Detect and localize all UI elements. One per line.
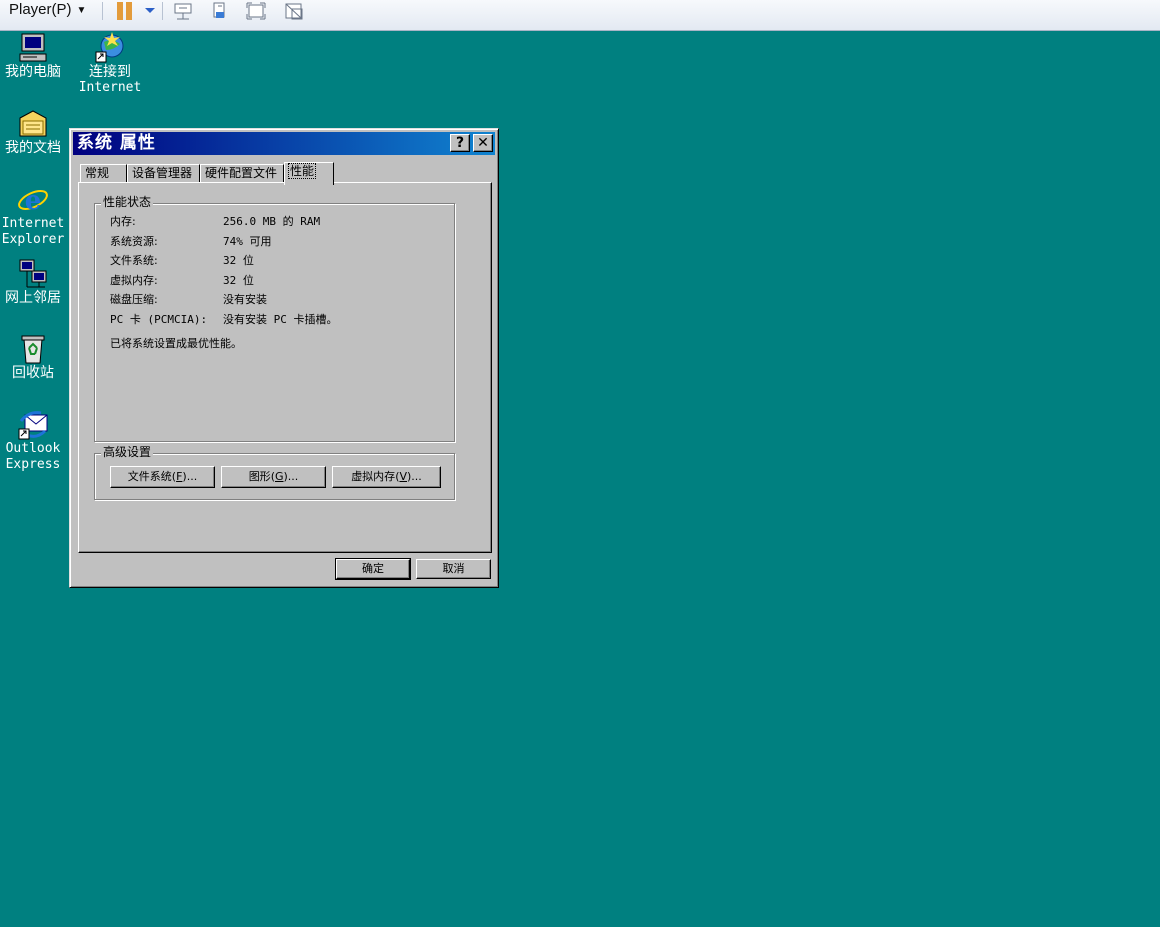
toolbar-separator — [162, 2, 163, 20]
virtual-memory-row: 虚拟内存: 32 位 — [110, 274, 254, 287]
dialog-title: 系统 属性 — [77, 133, 156, 153]
ok-button[interactable]: 确定 — [335, 558, 411, 580]
menu-dropdown-icon: ▼ — [76, 5, 87, 16]
outlook-express-icon — [17, 409, 49, 441]
desktop-icon-label-line2: Internet — [78, 80, 142, 95]
connect-wizard-icon — [94, 32, 126, 64]
tab-hardware-profiles[interactable]: 硬件配置文件 — [200, 164, 284, 183]
dialog-title-bar[interactable]: 系统 属性 ? ✕ — [73, 132, 495, 155]
group-title: 高级设置 — [101, 445, 154, 460]
desktop-icon-label-line2: Explorer — [1, 232, 65, 247]
performance-status-group: 性能状态 内存: 256.0 MB 的 RAM 系统资源: 74% 可用 文件系统:… — [94, 195, 455, 442]
desktop-icon-recycle-bin[interactable]: 回收站 — [0, 333, 68, 381]
computer-icon — [17, 32, 49, 64]
memory-row: 内存: 256.0 MB 的 RAM — [110, 215, 321, 228]
close-button[interactable]: ✕ — [473, 134, 493, 152]
unity-icon[interactable] — [283, 1, 305, 21]
disk-compression-row: 磁盘压缩: 没有安装 — [110, 293, 267, 306]
fullscreen-icon[interactable] — [245, 1, 267, 21]
tab-performance[interactable]: 性能 — [284, 162, 334, 185]
desktop-icon-label: 我的电脑 — [5, 64, 61, 80]
toolbar-separator — [102, 2, 103, 20]
desktop-icon-label: 网上邻居 — [5, 290, 61, 306]
desktop-icon-my-documents[interactable]: 我的文档 — [0, 108, 68, 156]
pause-icon[interactable] — [114, 1, 136, 21]
graphics-button[interactable]: 图形(G)... — [221, 466, 326, 488]
removable-devices-icon[interactable] — [210, 1, 232, 21]
network-icon — [17, 258, 49, 290]
system-resources-row: 系统资源: 74% 可用 — [110, 235, 272, 248]
desktop-icon-connect-internet[interactable]: 连接到 Internet — [75, 32, 145, 96]
cancel-button[interactable]: 取消 — [416, 559, 491, 579]
desktop-icon-network-neighborhood[interactable]: 网上邻居 — [0, 258, 68, 306]
file-system-row: 文件系统: 32 位 — [110, 254, 254, 267]
advanced-settings-group: 高级设置 文件系统(F)... 图形(G)... 虚拟内存(V)... — [94, 445, 455, 500]
desktop-icon-outlook-express[interactable]: Outlook Express — [0, 409, 68, 473]
player-toolbar: Player(P) ▼ — [0, 0, 1160, 31]
desktop-icon-my-computer[interactable]: 我的电脑 — [0, 32, 68, 80]
folder-icon — [17, 108, 49, 140]
system-properties-dialog: 系统 属性 ? ✕ 常规 设备管理器 硬件配置文件 性能 性能状态 内存: 256… — [69, 128, 499, 588]
desktop-icon-label: Internet — [1, 216, 65, 231]
player-menu[interactable]: Player(P) ▼ — [9, 0, 86, 22]
pc-card-row: PC 卡 (PCMCIA): 没有安装 PC 卡插槽。 — [110, 313, 338, 326]
performance-note: 已将系统设置成最优性能。 — [110, 337, 242, 350]
desktop-icon-label: 连接到 — [89, 64, 131, 80]
recycle-bin-icon — [17, 333, 49, 365]
send-ctrl-alt-del-icon[interactable] — [172, 1, 194, 21]
virtual-memory-button[interactable]: 虚拟内存(V)... — [332, 466, 441, 488]
tab-general[interactable]: 常规 — [80, 164, 127, 183]
performance-tab-panel: 性能状态 内存: 256.0 MB 的 RAM 系统资源: 74% 可用 文件系统:… — [78, 182, 492, 553]
tab-device-manager[interactable]: 设备管理器 — [127, 164, 200, 183]
svg-text:e: e — [25, 186, 42, 216]
dropdown-icon[interactable] — [142, 1, 158, 21]
desktop-icon-label: 我的文档 — [5, 140, 61, 156]
internet-explorer-icon: e — [17, 184, 49, 216]
desktop-icon-internet-explorer[interactable]: e Internet Explorer — [0, 184, 68, 248]
desktop-icon-label: 回收站 — [12, 365, 54, 381]
desktop-icon-label-line2: Express — [5, 457, 61, 472]
group-title: 性能状态 — [101, 195, 154, 210]
help-button[interactable]: ? — [450, 134, 470, 152]
desktop-icon-label: Outlook — [5, 441, 61, 456]
file-system-button[interactable]: 文件系统(F)... — [110, 466, 215, 488]
